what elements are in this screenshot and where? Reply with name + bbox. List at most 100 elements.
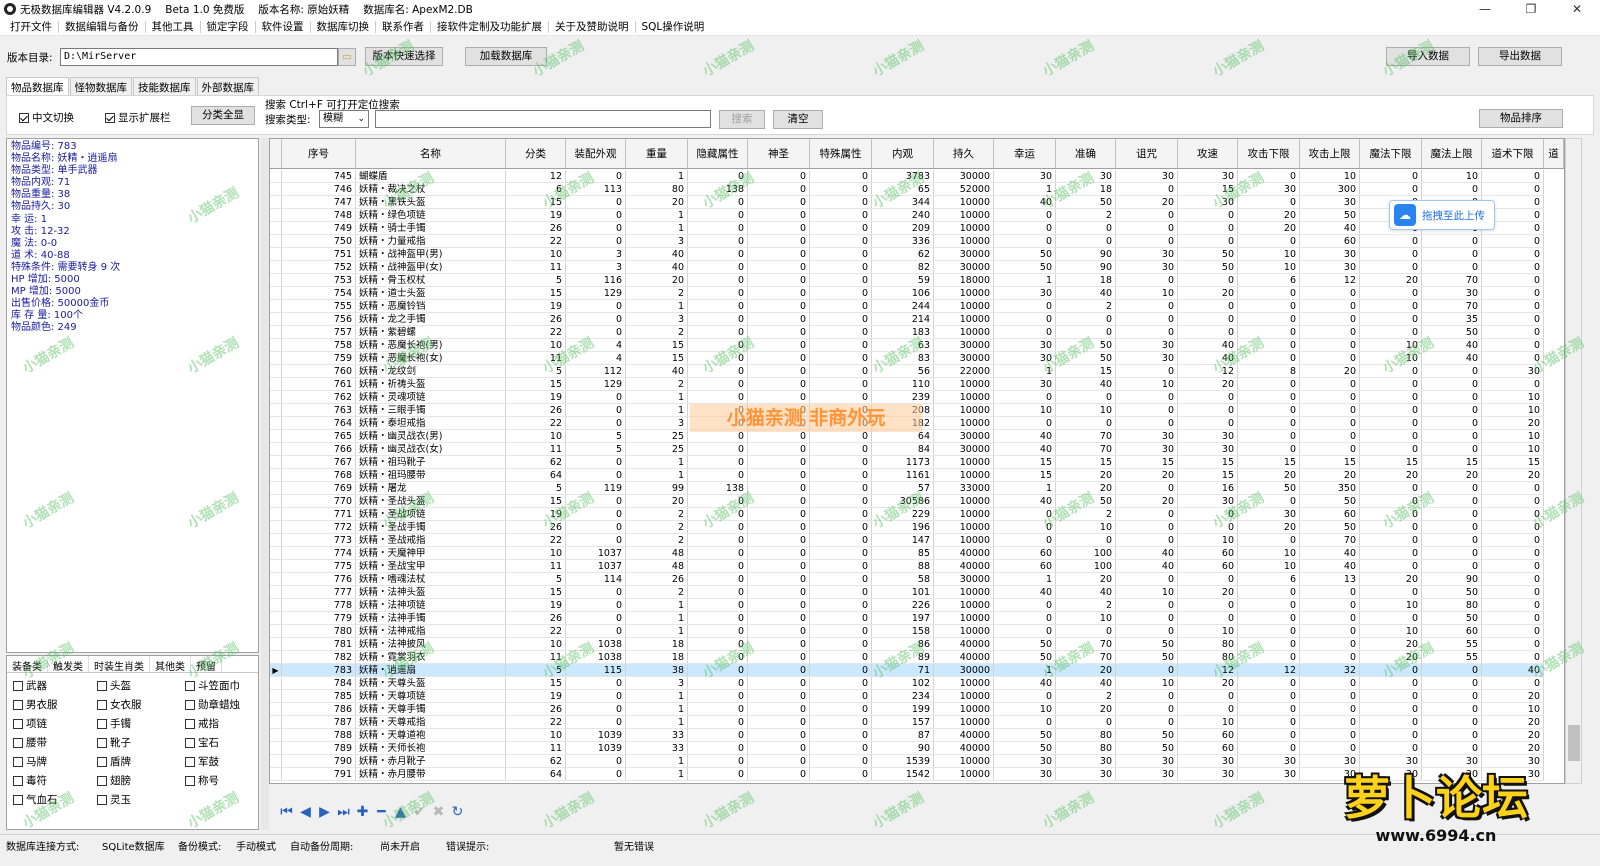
table-cell[interactable]: 0 (748, 742, 810, 754)
table-cell[interactable]: 20 (1360, 651, 1422, 663)
load-db-button[interactable]: 加载数据库 (465, 47, 547, 66)
table-cell[interactable]: 6 (1238, 573, 1300, 585)
table-cell[interactable]: 1 (994, 573, 1056, 585)
table-cell[interactable]: 妖精・法神手镯 (356, 612, 506, 624)
table-cell[interactable]: 774 (282, 547, 356, 559)
table-cell[interactable]: 0 (810, 443, 872, 455)
table-cell[interactable]: 0 (1360, 170, 1422, 182)
table-cell[interactable]: 0 (810, 365, 872, 377)
table-cell[interactable]: 1037 (566, 560, 626, 572)
table-cell[interactable]: 15 (506, 677, 566, 689)
table-cell[interactable]: 30 (1116, 248, 1178, 260)
table-cell[interactable]: 0 (748, 339, 810, 351)
table-cell[interactable]: 25 (626, 430, 688, 442)
table-cell[interactable]: 20 (626, 196, 688, 208)
menu-other-tools[interactable]: 其他工具 (146, 20, 201, 33)
table-cell[interactable]: 0 (1422, 365, 1482, 377)
table-row[interactable]: 774 妖精・天魔神甲 10 1037 48 0 0 0 85 40000 60 100 40 60 10 4… (270, 547, 1544, 560)
table-cell[interactable]: 0 (688, 612, 748, 624)
table-cell[interactable]: 15 (1056, 456, 1116, 468)
table-row[interactable]: 788 妖精・天尊道袍 10 1039 33 0 0 0 87 40000 50 80 50 60 0 0 0 0… (270, 729, 1544, 742)
table-cell[interactable]: 0 (1116, 300, 1178, 312)
table-cell[interactable]: 769 (282, 482, 356, 494)
table-cell[interactable]: 0 (688, 677, 748, 689)
table-cell[interactable]: 1 (626, 755, 688, 767)
table-cell[interactable]: 0 (688, 625, 748, 637)
category-checkbox[interactable]: 靴子 (97, 735, 131, 750)
column-header[interactable]: 诅咒 (1116, 139, 1178, 168)
table-cell[interactable]: 18000 (934, 274, 994, 286)
maximize-button[interactable]: ❐ (1508, 0, 1554, 18)
table-cell[interactable]: 40000 (934, 729, 994, 741)
table-cell[interactable]: 0 (810, 664, 872, 676)
category-checkbox[interactable]: 毒符 (13, 773, 47, 788)
table-cell[interactable]: 0 (566, 495, 626, 507)
table-cell[interactable]: 15 (626, 352, 688, 364)
table-cell[interactable]: 0 (566, 326, 626, 338)
vertical-scrollbar[interactable] (1565, 138, 1582, 784)
table-cell[interactable]: 0 (688, 222, 748, 234)
table-cell[interactable]: 30 (994, 170, 1056, 182)
table-cell[interactable]: 0 (688, 469, 748, 481)
table-cell[interactable]: 15 (1238, 456, 1300, 468)
table-cell[interactable]: 780 (282, 625, 356, 637)
table-cell[interactable]: 0 (1238, 586, 1300, 598)
table-row[interactable]: 761 妖精・祈祷头盔 15 129 2 0 0 0 110 10000 30 40 10 20 0 0 0 0 0 (270, 378, 1544, 391)
table-cell[interactable]: 0 (1178, 404, 1238, 416)
table-cell[interactable]: 1 (626, 456, 688, 468)
table-cell[interactable]: 妖精・恶魔长袍(男) (356, 339, 506, 351)
category-checkbox[interactable]: 气血石 (13, 792, 58, 807)
table-cell[interactable]: 0 (1482, 235, 1544, 247)
table-cell[interactable]: 0 (566, 768, 626, 780)
table-cell[interactable]: 0 (748, 664, 810, 676)
table-cell[interactable]: 0 (1300, 326, 1360, 338)
table-cell[interactable]: 30 (1238, 755, 1300, 767)
table-cell[interactable]: 0 (810, 508, 872, 520)
category-checkbox[interactable]: 头盔 (97, 678, 131, 693)
table-cell[interactable]: 65 (872, 183, 934, 195)
table-cell[interactable]: 0 (748, 729, 810, 741)
category-checkbox[interactable]: 勋章蜡烛 (185, 697, 240, 712)
table-cell[interactable]: 336 (872, 235, 934, 247)
table-cell[interactable]: 0 (748, 677, 810, 689)
table-cell[interactable]: 63 (872, 339, 934, 351)
table-cell[interactable]: 0 (994, 417, 1056, 429)
table-cell[interactable]: 11 (506, 443, 566, 455)
table-cell[interactable]: 1 (994, 183, 1056, 195)
column-header[interactable]: 隐藏属性 (688, 139, 748, 168)
table-cell[interactable]: 0 (748, 443, 810, 455)
table-cell[interactable]: 778 (282, 599, 356, 611)
table-cell[interactable]: 40 (994, 196, 1056, 208)
menu-open-file[interactable]: 打开文件 (4, 20, 59, 33)
table-cell[interactable]: 10 (1056, 612, 1116, 624)
column-header[interactable]: 重量 (626, 139, 688, 168)
table-cell[interactable]: 64 (506, 768, 566, 780)
table-cell[interactable]: 50 (1116, 742, 1178, 754)
table-cell[interactable]: 0 (1360, 235, 1422, 247)
table-cell[interactable]: 60 (1300, 235, 1360, 247)
column-header[interactable]: 道 (1544, 139, 1564, 168)
table-row[interactable]: 786 妖精・天尊手镯 26 0 1 0 0 0 199 10000 10 20 0 0 0 0 0 0 10 (270, 703, 1544, 716)
table-cell[interactable]: 2 (1056, 209, 1116, 221)
table-cell[interactable]: 40000 (934, 742, 994, 754)
table-cell[interactable]: 0 (688, 534, 748, 546)
menu-contact[interactable]: 联系作者 (376, 20, 431, 33)
table-cell[interactable]: 758 (282, 339, 356, 351)
table-cell[interactable]: 0 (810, 456, 872, 468)
table-cell[interactable]: 747 (282, 196, 356, 208)
table-cell[interactable]: 13 (1300, 573, 1360, 585)
table-cell[interactable]: 20 (1056, 482, 1116, 494)
table-cell[interactable]: 10 (1056, 521, 1116, 533)
table-cell[interactable]: 30000 (934, 339, 994, 351)
table-cell[interactable]: 0 (1360, 443, 1422, 455)
table-cell[interactable]: 10 (1116, 378, 1178, 390)
up-icon[interactable]: ▲ (391, 804, 410, 820)
table-cell[interactable]: 1 (626, 716, 688, 728)
table-cell[interactable]: 0 (688, 209, 748, 221)
table-cell[interactable]: 妖精・黑铁头盔 (356, 196, 506, 208)
table-cell[interactable]: 60 (1178, 560, 1238, 572)
table-cell[interactable]: 40 (1056, 287, 1116, 299)
table-cell[interactable]: 蝴蝶盾 (356, 170, 506, 182)
table-cell[interactable]: 83 (872, 352, 934, 364)
table-cell[interactable]: 157 (872, 716, 934, 728)
